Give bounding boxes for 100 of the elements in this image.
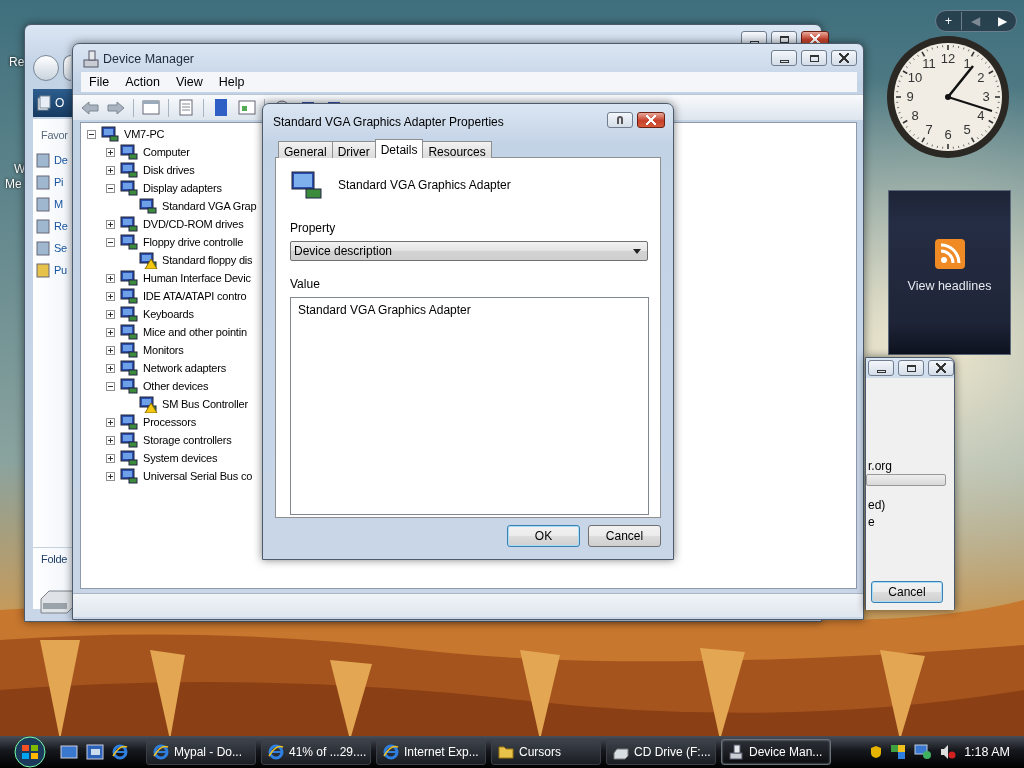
close-button[interactable] [928, 360, 954, 376]
value-list[interactable]: Standard VGA Graphics Adapter [290, 297, 649, 515]
cancel-button[interactable]: Cancel [871, 581, 943, 603]
device-icon [120, 467, 139, 485]
device-name: Standard VGA Graphics Adapter [338, 177, 511, 194]
tree-item[interactable]: SM Bus Controller [162, 395, 248, 413]
collapse-button[interactable] [106, 381, 115, 391]
menu-item[interactable]: View [167, 72, 211, 92]
expand-button[interactable] [106, 273, 115, 283]
tree-item[interactable]: Human Interface Devic [143, 269, 251, 287]
maximize-button[interactable] [801, 50, 827, 66]
network-icon[interactable] [914, 744, 933, 760]
help-button[interactable] [607, 112, 633, 128]
toolbar-label[interactable]: O [55, 94, 65, 112]
expand-button[interactable] [106, 327, 115, 337]
expand-button[interactable] [106, 471, 115, 481]
pane-link[interactable]: M [54, 196, 63, 213]
folder-icon [36, 174, 50, 191]
minimize-button[interactable] [771, 50, 797, 66]
clock-number: 12 [940, 50, 956, 69]
expand-button[interactable] [106, 147, 115, 157]
expand-button[interactable] [106, 165, 115, 175]
next-button[interactable]: ▶ [989, 12, 1016, 30]
tree-item[interactable]: Standard VGA Grap [162, 197, 257, 215]
maximize-button[interactable] [898, 360, 924, 376]
folders-heading[interactable]: Folde [41, 551, 68, 568]
taskbar-button[interactable]: Device Man... [721, 739, 831, 765]
icon-label[interactable]: Me [5, 175, 22, 193]
expand-button[interactable] [106, 309, 115, 319]
device-manager-icon [728, 744, 744, 760]
pane-link[interactable]: Re [54, 218, 68, 235]
tab[interactable]: General [278, 141, 333, 158]
pane-link[interactable]: De [54, 152, 68, 169]
expand-button[interactable] [106, 363, 115, 373]
tree-item[interactable]: Processors [143, 413, 197, 431]
add-gadget-button[interactable]: + [936, 12, 961, 30]
expand-button[interactable] [106, 435, 115, 445]
collapse-button[interactable] [106, 237, 115, 247]
collapse-button[interactable] [106, 183, 115, 193]
icon-label[interactable]: Re [9, 53, 25, 71]
forward-button[interactable] [63, 55, 71, 81]
expand-button[interactable] [106, 219, 115, 229]
ok-button[interactable]: OK [507, 525, 580, 547]
tree-item[interactable]: DVD/CD-ROM drives [143, 215, 244, 233]
taskbar-button[interactable]: CD Drive (F:... [606, 739, 716, 765]
tree-item[interactable]: Network adapters [143, 359, 226, 377]
icon-label[interactable]: W [14, 160, 26, 178]
tree-item[interactable]: VM7-PC [124, 125, 165, 143]
view-icon[interactable] [238, 99, 256, 116]
browser-icon[interactable] [112, 744, 128, 760]
switch-windows-icon[interactable] [86, 744, 104, 760]
menu-item[interactable]: Help [210, 72, 253, 92]
pane-link[interactable]: Pi [54, 174, 64, 191]
tree-item[interactable]: Monitors [143, 341, 184, 359]
status-text: ed) [868, 497, 886, 514]
feed-link[interactable]: View headlines [907, 277, 992, 296]
muted-volume-icon[interactable] [940, 744, 957, 760]
taskbar-button[interactable]: Cursors [491, 739, 601, 765]
close-button[interactable] [637, 112, 665, 128]
clock-time[interactable]: 1:18 AM [964, 742, 1010, 762]
taskbar-button[interactable]: Mypal - Do... [146, 739, 256, 765]
shield-icon[interactable] [870, 745, 883, 759]
list-item[interactable]: Standard VGA Graphics Adapter [291, 300, 648, 320]
device-icon [101, 125, 120, 143]
tree-item[interactable]: Disk drives [143, 161, 195, 179]
tree-item[interactable]: IDE ATA/ATAPI contro [143, 287, 247, 305]
back-button[interactable] [33, 55, 59, 81]
tree-item[interactable]: Mice and other pointin [143, 323, 247, 341]
folder-icon [36, 152, 50, 169]
tree-item[interactable]: Other devices [143, 377, 209, 395]
close-button[interactable] [831, 50, 857, 66]
taskbar-button[interactable]: Internet Exp... [376, 739, 486, 765]
tree-item[interactable]: Display adapters [143, 179, 222, 197]
forward-arrow-icon[interactable] [107, 100, 125, 115]
tree-item[interactable]: Floppy drive controlle [143, 233, 244, 251]
expand-button[interactable] [106, 453, 115, 463]
menu-item[interactable]: File [81, 72, 118, 92]
minimize-button[interactable] [868, 360, 894, 376]
tree-item[interactable]: Keyboards [143, 305, 194, 323]
tab[interactable]: Driver [331, 141, 376, 158]
expand-button[interactable] [106, 345, 115, 355]
pane-link[interactable]: Pu [54, 262, 67, 279]
tree-item[interactable]: Standard floppy dis [162, 251, 253, 269]
sidebar-icon[interactable] [890, 744, 907, 760]
back-arrow-icon[interactable] [81, 100, 99, 115]
collapse-button[interactable] [87, 129, 96, 139]
tab[interactable]: Details [374, 139, 424, 158]
tab[interactable]: Resources [422, 141, 492, 158]
menu-item[interactable]: Action [117, 72, 168, 92]
taskbar-button[interactable]: 41% of ...29.... [261, 739, 371, 765]
folder-icon [36, 196, 50, 213]
tree-item[interactable]: System devices [143, 449, 218, 467]
dropdown[interactable]: Device description [290, 241, 648, 261]
expand-button[interactable] [106, 291, 115, 301]
cancel-button[interactable]: Cancel [588, 525, 661, 547]
expand-button[interactable] [106, 417, 115, 427]
pane-link[interactable]: Se [54, 240, 67, 257]
tree-item[interactable]: Computer [143, 143, 190, 161]
tree-item[interactable]: Storage controllers [143, 431, 232, 449]
tree-item[interactable]: Universal Serial Bus co [143, 467, 253, 485]
